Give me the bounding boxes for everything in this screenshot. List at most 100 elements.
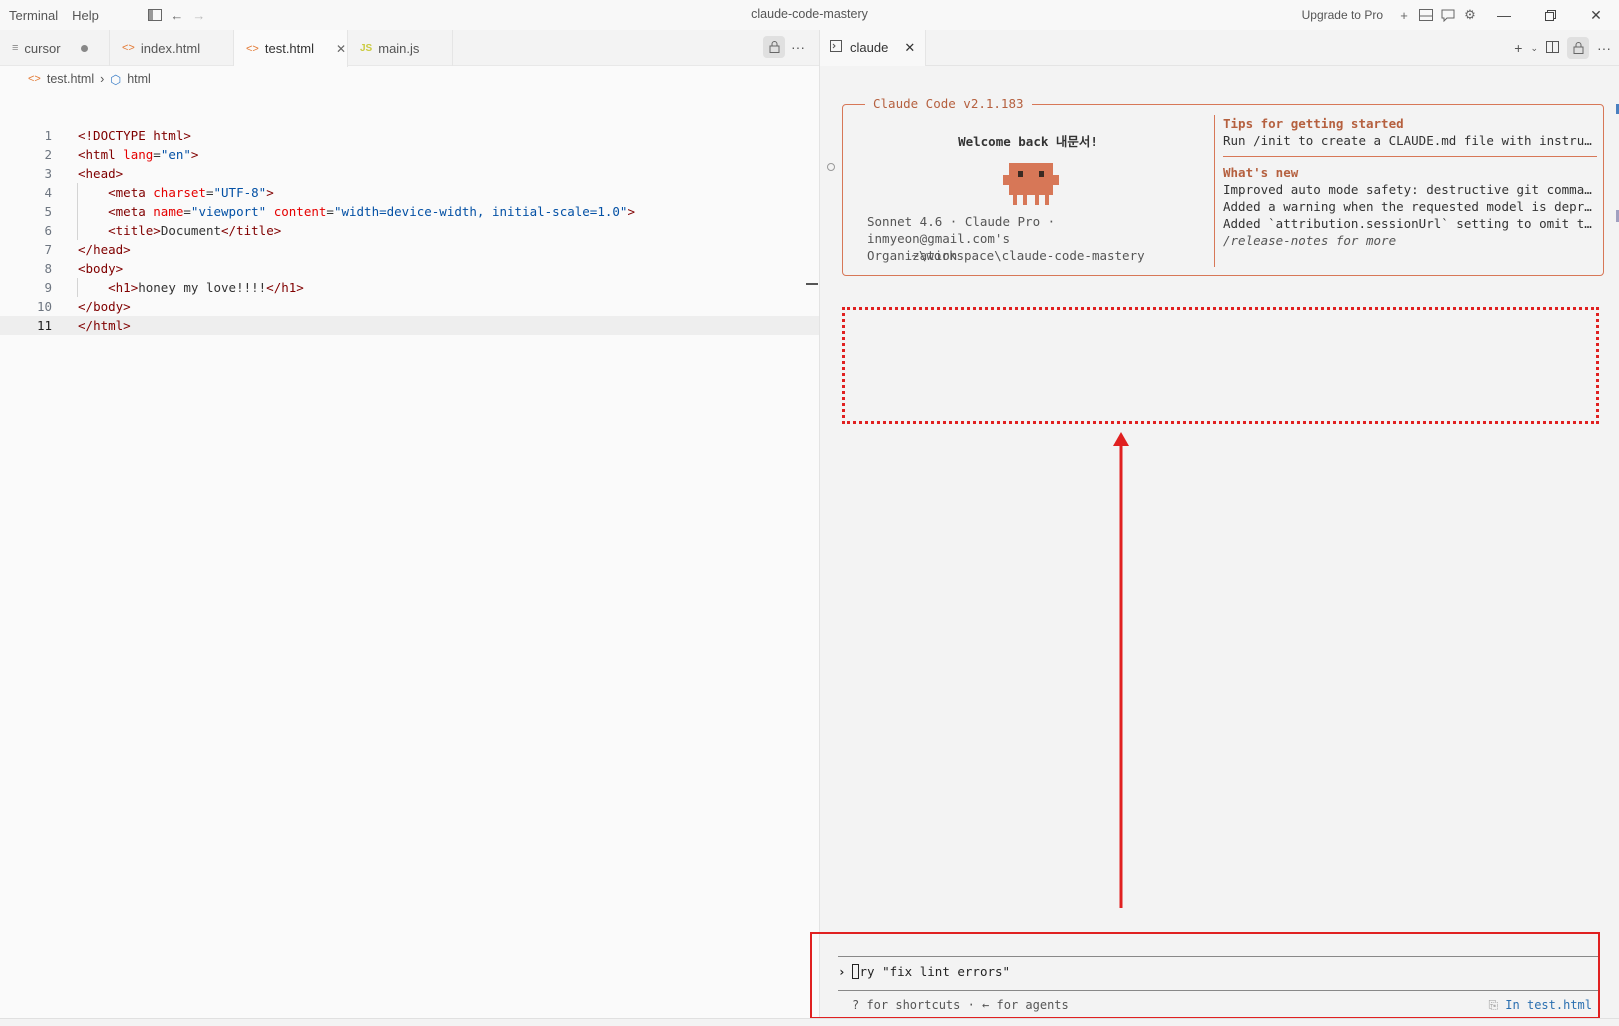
tab-label: cursor	[24, 40, 61, 56]
tag-name: title	[236, 223, 274, 238]
tab-claude[interactable]: claude ✕	[820, 29, 927, 66]
restore-button[interactable]	[1527, 0, 1573, 30]
context-file[interactable]: ⎘ In test.html	[1488, 998, 1592, 1013]
line-number: 10	[36, 299, 52, 314]
menu-lines-icon: ≡	[12, 42, 19, 54]
context-label: In test.html	[1505, 998, 1592, 1012]
attr-name: name	[153, 204, 184, 219]
split-icon[interactable]	[1546, 40, 1559, 56]
workspace-path: ~\workspace\claude-code-mastery	[911, 248, 1145, 263]
new-terminal-icon[interactable]: +	[1514, 40, 1522, 56]
tab-label: claude	[850, 40, 889, 55]
code-line-current: 11 </html>	[0, 316, 819, 335]
whats-new-heading: What's new	[1223, 165, 1299, 180]
line-number: 3	[44, 166, 52, 181]
annotation-dashed-box	[842, 307, 1599, 424]
breadcrumb-symbol[interactable]: html	[127, 72, 151, 86]
add-icon[interactable]: +	[1393, 4, 1415, 26]
welcome-box: Claude Code v2.1.183 Welcome back 내문서! S…	[842, 96, 1604, 276]
minimize-button[interactable]: —	[1481, 0, 1527, 30]
annotation-arrow-icon	[1113, 432, 1129, 908]
back-arrow-icon[interactable]: ←	[166, 4, 188, 26]
breadcrumb-file[interactable]: test.html	[47, 72, 94, 86]
divider	[838, 990, 1598, 991]
chevron-down-icon[interactable]: ⌄	[1530, 43, 1538, 54]
title-bar: Terminal Help ← → claude-code-mastery Up…	[0, 0, 1619, 30]
prompt-placeholder: ry "fix lint errors"	[859, 964, 1011, 979]
toggle-sidebar-icon[interactable]	[144, 4, 166, 26]
close-tab-icon[interactable]: ✕	[904, 40, 915, 56]
divider	[838, 956, 1598, 957]
attr-name: lang	[123, 147, 154, 162]
editor-tab-bar: ≡ cursor <> index.html <> test.html ✕ JS…	[0, 30, 819, 67]
attr-name: content	[273, 204, 327, 219]
divider	[1223, 156, 1597, 157]
upgrade-button[interactable]: Upgrade to Pro	[1302, 8, 1383, 22]
chat-icon[interactable]	[1437, 4, 1459, 26]
menu-bar: Terminal Help	[0, 8, 104, 23]
menu-terminal[interactable]: Terminal	[4, 8, 63, 23]
tab-label: test.html	[264, 41, 314, 56]
attr-value: "viewport"	[190, 204, 267, 219]
gear-icon[interactable]: ⚙	[1459, 4, 1481, 26]
code-line: 8 <body>	[0, 259, 819, 278]
code-text: <!DOCTYPE html>	[78, 128, 191, 143]
line-number: 1	[44, 128, 52, 143]
tag-name: meta	[115, 204, 146, 219]
attr-value: "UTF-8"	[213, 185, 267, 200]
attr-value: "en"	[160, 147, 191, 162]
editor-group: ≡ cursor <> index.html <> test.html ✕ JS…	[0, 30, 820, 1026]
more-actions-icon[interactable]: ···	[1597, 40, 1611, 56]
element-icon: ⬡	[110, 72, 122, 87]
lock-icon[interactable]	[763, 36, 785, 58]
html-icon: <>	[122, 42, 135, 54]
tab-test-html[interactable]: <> test.html ✕	[234, 30, 348, 67]
breadcrumb: <> test.html › ⬡ html	[0, 66, 819, 92]
paperclip-icon: ⎘	[1488, 998, 1506, 1012]
tag-name: body	[93, 299, 124, 314]
divider	[1214, 115, 1215, 267]
tag-name: h1	[115, 280, 131, 295]
claude-mascot-icon	[1003, 163, 1059, 205]
code-line: 9 <h1>honey my love!!!!</h1>	[0, 278, 819, 297]
code-line: 2 <html lang="en">	[0, 145, 819, 164]
prompt-area: › ry "fix lint errors" ? for shortcuts ·…	[810, 932, 1600, 1019]
tab-main-js[interactable]: JS main.js	[348, 30, 453, 66]
close-window-button[interactable]: ✕	[1573, 0, 1619, 30]
text-cursor	[851, 964, 859, 979]
text-content: honey my love!!!!	[138, 280, 267, 295]
panel-icon[interactable]	[1415, 4, 1437, 26]
tab-label: main.js	[378, 40, 420, 56]
tag-name: head	[85, 166, 116, 181]
tag-name: title	[115, 223, 154, 238]
terminal-icon	[830, 40, 842, 55]
code-line: 4 <meta charset="UTF-8">	[0, 183, 819, 202]
code-line: 3 <head>	[0, 164, 819, 183]
tab-index-html[interactable]: <> index.html	[110, 30, 234, 66]
attr-name: charset	[153, 185, 206, 200]
code-line: 10 </body>	[0, 297, 819, 316]
line-number: 4	[44, 185, 52, 200]
prompt-input[interactable]: › ry "fix lint errors"	[838, 964, 1010, 979]
scrollbar-marker	[806, 283, 818, 285]
line-number: 11	[36, 318, 52, 333]
code-line: 5 <meta name="viewport" content="width=d…	[0, 202, 819, 221]
claude-panel: claude ✕ + ⌄ ··· Claude Code v2.1.183 We…	[810, 29, 1619, 1026]
tag-name: head	[93, 242, 124, 257]
line-number: 2	[44, 147, 52, 162]
line-number: 9	[44, 280, 52, 295]
code-line: 1 <!DOCTYPE html>	[0, 126, 819, 145]
line-number: 8	[44, 261, 52, 276]
welcome-greeting: Welcome back 내문서!	[958, 134, 1098, 149]
account-line: Sonnet 4.6 · Claude Pro · inmyeon@gmail.…	[867, 214, 1056, 246]
tag-name: body	[85, 261, 116, 276]
code-editor[interactable]: 1 <!DOCTYPE html> 2 <html lang="en"> 3 <…	[0, 126, 819, 335]
tab-cursor[interactable]: ≡ cursor	[0, 30, 110, 66]
news-item: Improved auto mode safety: destructive g…	[1223, 182, 1597, 197]
html-icon: <>	[246, 42, 259, 55]
more-actions-icon[interactable]: ···	[791, 39, 805, 55]
lock-icon[interactable]	[1567, 37, 1589, 59]
forward-arrow-icon[interactable]: →	[188, 4, 210, 26]
menu-help[interactable]: Help	[67, 8, 104, 23]
close-tab-icon[interactable]: ✕	[336, 42, 346, 56]
